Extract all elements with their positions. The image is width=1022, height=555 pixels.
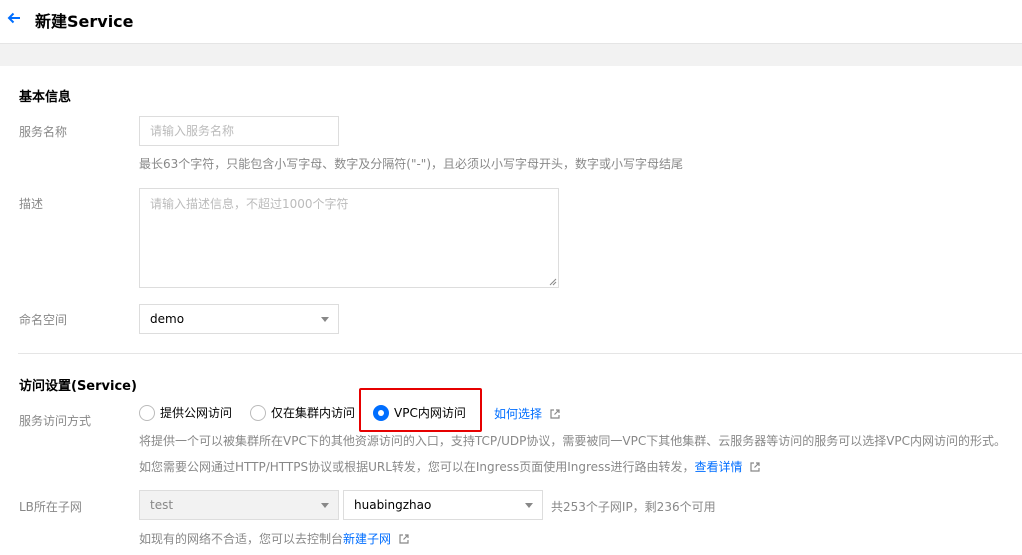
subnet-select[interactable]: huabingzhao — [343, 490, 543, 520]
chevron-down-icon — [321, 503, 329, 508]
access-mode-label: 服务访问方式 — [19, 414, 92, 428]
page-header: 新建Service — [0, 0, 1022, 44]
how-to-choose-link-wrap: 如何选择 — [494, 405, 560, 422]
chevron-down-icon — [525, 503, 533, 508]
namespace-label: 命名空间 — [19, 313, 68, 327]
description-textarea[interactable]: 请输入描述信息，不超过1000个字符 — [139, 188, 559, 288]
section-title-basic: 基本信息 — [19, 90, 72, 105]
highlight-annotation-box — [359, 388, 482, 432]
external-link-icon[interactable] — [550, 409, 560, 419]
resize-grip-icon[interactable] — [549, 278, 557, 286]
service-name-hint: 最长63个字符，只能包含小写字母、数字及分隔符("-")，且必须以小写字母开头，… — [139, 157, 684, 171]
radio-label: 提供公网访问 — [160, 406, 233, 420]
subnet-hint-text: 如现有的网络不合适，您可以去控制台 — [139, 532, 344, 546]
service-name-label: 服务名称 — [19, 125, 68, 139]
subnet-ip-info: 共253个子网IP，剩236个可用 — [551, 500, 716, 514]
vpc-value: test — [150, 498, 174, 512]
vpc-select: test — [139, 490, 339, 520]
subnet-hint: 如现有的网络不合适，您可以去控制台新建子网 — [139, 530, 409, 547]
vpc-access-description: 将提供一个可以被集群所在VPC下的其他资源访问的入口，支持TCP/UDP协议，需… — [139, 434, 1007, 448]
description-placeholder: 请输入描述信息，不超过1000个字符 — [150, 197, 349, 211]
namespace-select[interactable]: demo — [139, 304, 339, 334]
subnet-value: huabingzhao — [354, 498, 432, 512]
external-link-icon[interactable] — [750, 462, 760, 472]
page-title: 新建Service — [35, 12, 134, 31]
radio-circle-icon — [139, 404, 155, 421]
section-divider — [18, 353, 1022, 354]
ingress-hint: 如您需要公网通过HTTP/HTTPS协议或根据URL转发，您可以在Ingress… — [139, 458, 760, 475]
radio-circle-icon — [250, 404, 266, 421]
view-details-link[interactable]: 查看详情 — [695, 460, 743, 474]
lb-subnet-label: LB所在子网 — [19, 500, 82, 514]
ingress-hint-text: 如您需要公网通过HTTP/HTTPS协议或根据URL转发，您可以在Ingress… — [139, 460, 695, 474]
chevron-down-icon — [321, 317, 329, 322]
service-name-input[interactable]: 请输入服务名称 — [139, 116, 339, 146]
description-label: 描述 — [19, 197, 44, 211]
create-subnet-link[interactable]: 新建子网 — [343, 532, 391, 546]
section-title-access: 访问设置(Service) — [19, 379, 137, 394]
radio-cluster-only[interactable]: 仅在集群内访问 — [250, 404, 355, 421]
external-link-icon[interactable] — [399, 534, 409, 544]
back-arrow-icon[interactable] — [6, 10, 22, 26]
radio-public-access[interactable]: 提供公网访问 — [139, 404, 232, 421]
radio-label: 仅在集群内访问 — [271, 406, 356, 420]
namespace-value: demo — [150, 312, 185, 326]
how-to-choose-link[interactable]: 如何选择 — [494, 407, 542, 421]
service-name-placeholder: 请输入服务名称 — [150, 124, 235, 138]
